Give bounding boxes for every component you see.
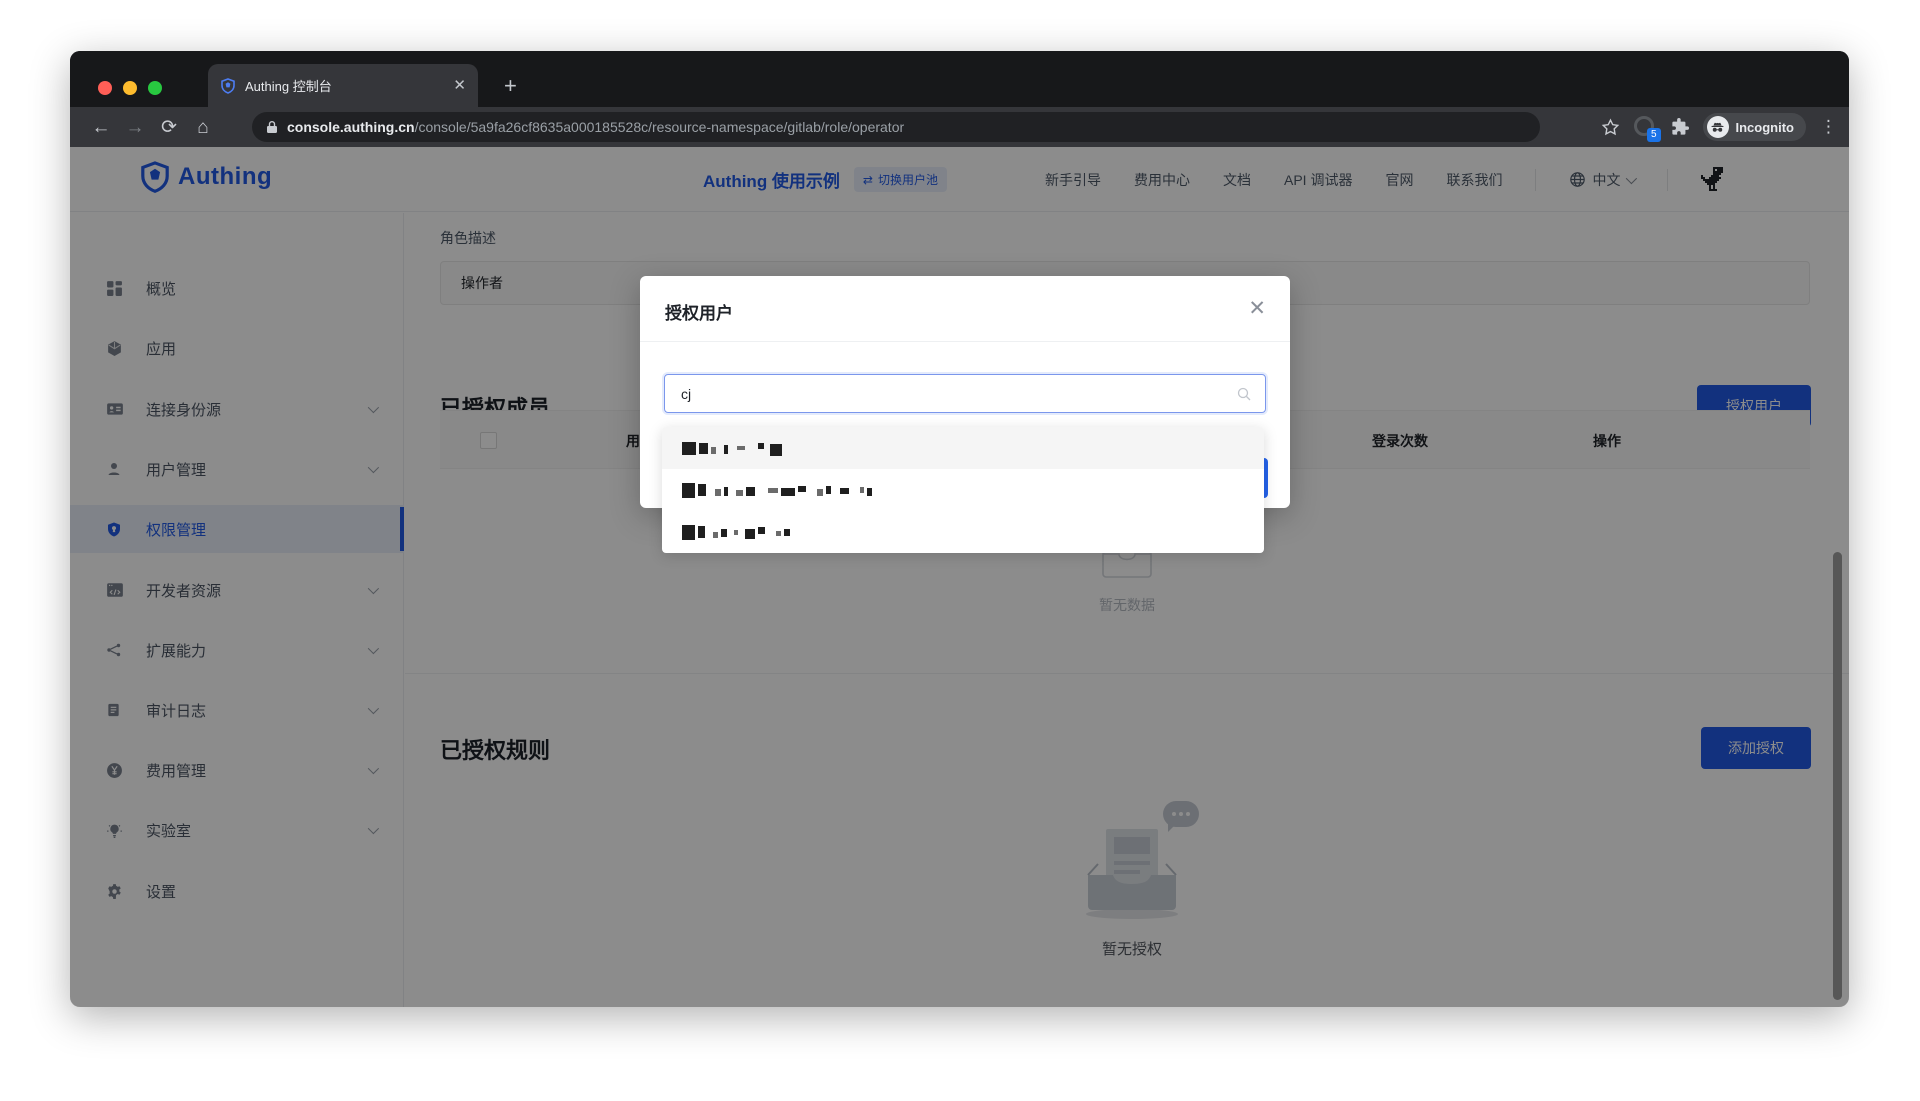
tab-title: Authing 控制台 (245, 76, 444, 95)
user-option-censored[interactable] (662, 427, 1264, 469)
extension-badge-count: 5 (1647, 128, 1661, 142)
screenshot-stage: Authing 控制台 ✕ + ← → ⟳ ⌂ console.authing.… (0, 0, 1920, 1101)
modal-header: 授权用户 ✕ (640, 276, 1290, 342)
back-button[interactable]: ← (84, 118, 118, 137)
new-tab-button[interactable]: + (504, 73, 517, 99)
window-controls (98, 81, 162, 95)
url-host: console.authing.cn (287, 119, 415, 135)
browser-window: Authing 控制台 ✕ + ← → ⟳ ⌂ console.authing.… (70, 51, 1849, 1007)
close-window-button[interactable] (98, 81, 112, 95)
tab-strip: Authing 控制台 ✕ + (70, 51, 1849, 107)
browser-menu-icon[interactable]: ⋮ (1820, 117, 1837, 137)
modal-title: 授权用户 (665, 299, 733, 324)
reload-button[interactable]: ⟳ (152, 118, 186, 137)
tab-close-icon[interactable]: ✕ (453, 78, 466, 93)
user-suggestions-dropdown (662, 427, 1264, 553)
home-button[interactable]: ⌂ (186, 118, 220, 137)
toolbar-right-icons: 5 Incognito ⋮ (1601, 107, 1838, 147)
incognito-indicator: Incognito (1703, 113, 1807, 141)
favicon-shield-icon (220, 78, 236, 94)
forward-button[interactable]: → (118, 118, 152, 137)
url-text: console.authing.cn/console/5a9fa26cf8635… (287, 119, 904, 135)
user-search-input[interactable] (665, 386, 1236, 402)
modal-close-icon[interactable]: ✕ (1248, 298, 1266, 319)
browser-tab[interactable]: Authing 控制台 ✕ (208, 64, 478, 107)
incognito-icon (1707, 116, 1729, 138)
minimize-window-button[interactable] (123, 81, 137, 95)
bookmark-star-icon[interactable] (1601, 118, 1620, 137)
zoom-window-button[interactable] (148, 81, 162, 95)
search-icon (1236, 386, 1252, 402)
extension-badge-icon[interactable]: 5 (1634, 116, 1656, 138)
incognito-label: Incognito (1736, 120, 1795, 135)
user-option-censored[interactable] (662, 511, 1264, 553)
user-search-box (664, 374, 1266, 413)
url-path: /console/5a9fa26cf8635a000185528c/resour… (415, 119, 905, 135)
browser-toolbar: ← → ⟳ ⌂ console.authing.cn/console/5a9fa… (70, 107, 1849, 147)
lock-icon (266, 120, 278, 134)
address-bar[interactable]: console.authing.cn/console/5a9fa26cf8635… (252, 112, 1540, 142)
web-page: Authing Authing 使用示例 ⇄切换用户池 新手引导 费用中心 文档… (70, 147, 1849, 1007)
extensions-puzzle-icon[interactable] (1670, 118, 1689, 137)
user-option-censored[interactable] (662, 469, 1264, 511)
